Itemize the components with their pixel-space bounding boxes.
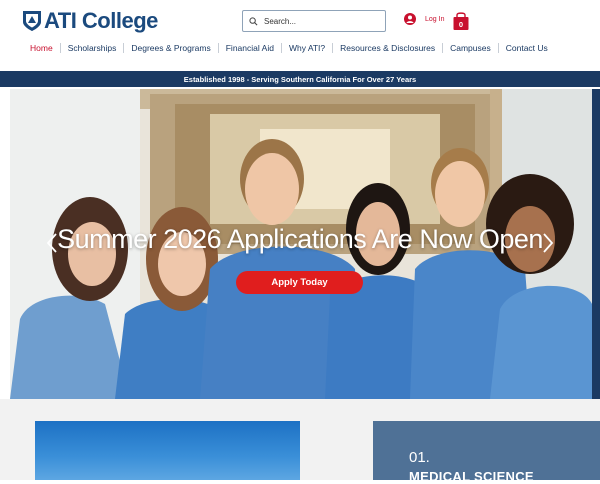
user-icon (404, 13, 416, 25)
program-number: 01. (409, 449, 430, 466)
nav-item-campuses[interactable]: Campuses (443, 43, 498, 53)
chevron-right-icon[interactable] (541, 232, 555, 254)
nav-item-resources-disclosures[interactable]: Resources & Disclosures (333, 43, 442, 53)
cart-button[interactable]: 0 (452, 10, 470, 32)
apply-today-button[interactable]: Apply Today (236, 271, 363, 294)
nav-item-scholarships[interactable]: Scholarships (61, 43, 124, 53)
nav-item-why-ati[interactable]: Why ATI? (282, 43, 332, 53)
program-image (35, 421, 300, 480)
shield-logo-icon (23, 11, 41, 31)
site-header: ATI College Search... Log In 0 Home Scho… (0, 0, 600, 70)
login-label: Log In (425, 15, 445, 23)
banner-text: Established 1998 - Serving Southern Cali… (183, 74, 417, 84)
cart-count: 0 (458, 20, 464, 29)
search-input[interactable]: Search... (242, 10, 386, 32)
logo[interactable]: ATI College (22, 10, 158, 32)
announcement-banner: Established 1998 - Serving Southern Cali… (0, 71, 600, 87)
login-button[interactable]: Log In (404, 13, 444, 25)
main-nav: Home Scholarships Degrees & Programs Fin… (30, 42, 555, 54)
program-title: MEDICAL SCIENCE (409, 469, 534, 484)
nav-item-home[interactable]: Home (30, 43, 60, 53)
nav-item-contact-us[interactable]: Contact Us (499, 43, 555, 53)
nav-item-financial-aid[interactable]: Financial Aid (219, 43, 281, 53)
search-placeholder: Search... (264, 16, 297, 26)
chevron-left-icon[interactable] (45, 232, 59, 254)
hero-title: Summer 2026 Applications Are Now Open (57, 224, 543, 254)
logo-text: ATI College (44, 8, 158, 33)
nav-item-degrees-programs[interactable]: Degrees & Programs (124, 43, 217, 53)
search-icon (249, 16, 258, 25)
